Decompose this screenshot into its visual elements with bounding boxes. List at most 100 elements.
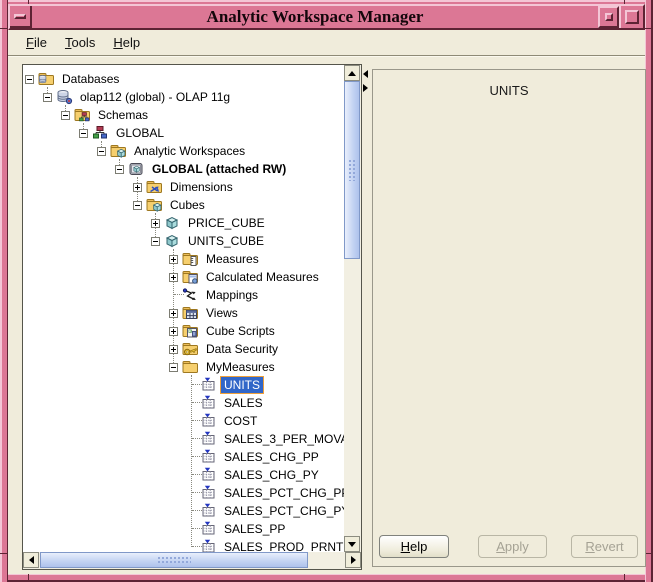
expand-toggle-minus[interactable] <box>25 75 34 84</box>
tree-item-price-cube[interactable]: PRICE_CUBE <box>23 214 361 232</box>
tree-item-label: SALES_PCT_CHG_PP <box>220 484 353 502</box>
expand-toggle-plus[interactable] <box>169 345 178 354</box>
expand-toggle-minus[interactable] <box>43 93 52 102</box>
cubes-folder-icon <box>146 197 163 213</box>
expand-toggle-plus[interactable] <box>169 309 178 318</box>
tree-item-global[interactable]: GLOBAL <box>23 124 361 142</box>
tree-item-global-attached-rw[interactable]: GLOBAL (attached RW) <box>23 160 361 178</box>
maximize-square-icon <box>625 10 639 24</box>
tree-item-label: Analytic Workspaces <box>130 142 249 160</box>
tree-item-sales-chg-pp[interactable]: SALES_CHG_PP <box>23 448 361 466</box>
tree-item-units-cube[interactable]: UNITS_CUBE <box>23 232 361 250</box>
expand-toggle-minus[interactable] <box>79 129 88 138</box>
tree-item-cubes[interactable]: Cubes <box>23 196 361 214</box>
window-frame-right[interactable] <box>645 0 653 582</box>
maximize-button[interactable] <box>619 6 643 28</box>
menu-file[interactable]: File <box>20 33 53 52</box>
measure-icon <box>200 449 217 465</box>
window-frame-bottom[interactable] <box>0 574 653 582</box>
expand-toggle-plus[interactable] <box>169 255 178 264</box>
revert-button[interactable]: Revert <box>571 535 638 558</box>
tree-item-cube-scripts[interactable]: Cube Scripts <box>23 322 361 340</box>
tree-item-olap112-global-olap-11g[interactable]: olap112 (global) - OLAP 11g <box>23 88 361 106</box>
help-button[interactable]: Help <box>379 535 449 558</box>
scroll-up-button[interactable] <box>344 65 360 81</box>
menu-help[interactable]: Help <box>107 33 146 52</box>
tree-item-analytic-workspaces[interactable]: Analytic Workspaces <box>23 142 361 160</box>
tree-item-units[interactable]: UNITS <box>23 376 361 394</box>
cube-icon <box>164 233 181 249</box>
tree-item-sales-pp[interactable]: SALES_PP <box>23 520 361 538</box>
tree-item-calculated-measures[interactable]: Calculated Measures <box>23 268 361 286</box>
tree-item-label: SALES_3_PER_MOVAVG <box>220 430 362 448</box>
window-menu-button[interactable] <box>10 6 32 28</box>
horizontal-scrollbar-thumb[interactable] <box>40 552 308 568</box>
measure-icon <box>200 467 217 483</box>
tree-item-views[interactable]: Views <box>23 304 361 322</box>
tree-item-label: GLOBAL <box>112 124 168 142</box>
frame-notch <box>624 574 625 582</box>
tree-item-label: GLOBAL (attached RW) <box>148 160 290 178</box>
expand-toggle-minus[interactable] <box>97 147 106 156</box>
menu-bar: File Tools Help <box>8 30 645 56</box>
tree-item-data-security[interactable]: Data Security <box>23 340 361 358</box>
frame-notch <box>0 553 8 554</box>
expand-toggle-minus[interactable] <box>61 111 70 120</box>
tree-item-mappings[interactable]: Mappings <box>23 286 361 304</box>
apply-button[interactable]: Apply <box>478 535 547 558</box>
expand-toggle-minus[interactable] <box>169 363 178 372</box>
measure-icon <box>200 485 217 501</box>
tree-item-label: Databases <box>58 70 123 88</box>
detail-panel-title: UNITS <box>373 83 645 98</box>
tree-item-label: UNITS_CUBE <box>184 232 268 250</box>
frame-notch <box>28 574 29 582</box>
splitter-collapse-left-arrow-icon[interactable] <box>363 70 368 78</box>
expand-toggle-plus[interactable] <box>151 219 160 228</box>
window-frame-left[interactable] <box>0 0 8 582</box>
scroll-left-button[interactable] <box>23 552 39 568</box>
databases-folder-icon <box>38 71 55 87</box>
tree-item-label: Data Security <box>202 340 282 358</box>
tree-item-sales-3-per-movavg[interactable]: SALES_3_PER_MOVAVG <box>23 430 361 448</box>
analytic-workspace-manager-window: Analytic Workspace Manager File Tools Help… <box>0 0 653 582</box>
scroll-down-button[interactable] <box>344 536 360 552</box>
scroll-right-button[interactable] <box>345 552 361 568</box>
tree-item-label: SALES_PCT_CHG_PY <box>220 502 353 520</box>
tree-item-cost[interactable]: COST <box>23 412 361 430</box>
expand-toggle-plus[interactable] <box>169 327 178 336</box>
horizontal-scrollbar[interactable] <box>23 552 361 569</box>
splitter[interactable] <box>363 70 371 98</box>
expand-toggle-minus[interactable] <box>133 201 142 210</box>
tree-item-label: Measures <box>202 250 263 268</box>
tree-item-label: MyMeasures <box>202 358 279 376</box>
tree-item-schemas[interactable]: Schemas <box>23 106 361 124</box>
tree-item-sales-pct-chg-py[interactable]: SALES_PCT_CHG_PY <box>23 502 361 520</box>
tree-item-measures[interactable]: Measures <box>23 250 361 268</box>
expand-toggle-plus[interactable] <box>133 183 142 192</box>
scrollbar-grip-icon <box>348 159 357 181</box>
calc-measures-folder-icon <box>182 269 199 285</box>
tree-item-databases[interactable]: Databases <box>23 70 361 88</box>
minimize-button[interactable] <box>598 6 619 28</box>
expand-toggle-plus[interactable] <box>169 273 178 282</box>
tree-item-label: SALES_CHG_PP <box>220 448 323 466</box>
tree-item-label: UNITS <box>220 376 264 394</box>
tree-item-mymeasures[interactable]: MyMeasures <box>23 358 361 376</box>
title-bar[interactable]: Analytic Workspace Manager <box>8 4 645 30</box>
tree-item-sales-pct-chg-pp[interactable]: SALES_PCT_CHG_PP <box>23 484 361 502</box>
menu-tools[interactable]: Tools <box>59 33 101 52</box>
tree-item-label: Dimensions <box>166 178 237 196</box>
splitter-expand-right-arrow-icon[interactable] <box>363 84 368 92</box>
vertical-scrollbar[interactable] <box>344 65 361 552</box>
expand-toggle-minus[interactable] <box>115 165 124 174</box>
tree-item-label: SALES <box>220 394 267 412</box>
tree-item-dimensions[interactable]: Dimensions <box>23 178 361 196</box>
tree-item-sales-chg-py[interactable]: SALES_CHG_PY <box>23 466 361 484</box>
vertical-scrollbar-thumb[interactable] <box>344 81 360 259</box>
detail-panel: UNITS Help Apply Revert <box>372 69 646 567</box>
measures-folder-icon <box>182 251 199 267</box>
expand-toggle-minus[interactable] <box>151 237 160 246</box>
tree-item-sales[interactable]: SALES <box>23 394 361 412</box>
tree-item-label: COST <box>220 412 261 430</box>
measure-icon <box>200 431 217 447</box>
